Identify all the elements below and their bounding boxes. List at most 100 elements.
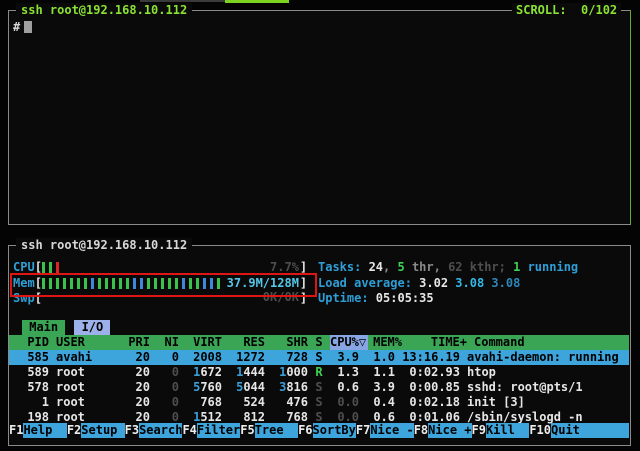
res-cell: 1272 — [229, 350, 265, 365]
meter-bar — [49, 262, 52, 273]
header-pri[interactable]: PRI — [128, 335, 150, 350]
prompt-symbol: # — [13, 20, 20, 34]
f8-key[interactable]: F8 — [414, 423, 428, 438]
f8-nice-plus-button[interactable]: Nice + — [428, 423, 471, 438]
pid-cell: 1 — [13, 395, 49, 410]
res-cell: 5044 — [229, 380, 265, 395]
uptime-label: Uptime: — [318, 291, 376, 305]
header-virt[interactable]: VIRT — [186, 335, 222, 350]
state-cell: R — [315, 365, 323, 380]
f3-key[interactable]: F3 — [125, 423, 139, 438]
process-row-selected[interactable]: 585 avahi 20 0 2008 1272 728 S 3.9 1.0 1… — [9, 350, 629, 365]
virt-cell: 5760 — [186, 380, 222, 395]
header-shr[interactable]: SHR — [272, 335, 308, 350]
thread-text: thr, — [405, 260, 448, 274]
terminal-cursor — [24, 21, 32, 33]
command-cell: sshd: root@pts/1 — [467, 380, 629, 395]
process-row[interactable]: 589 root 20 0 1672 1444 1000 R 1.3 1.1 0… — [9, 365, 629, 380]
res-cell: 1444 — [229, 365, 265, 380]
top-edge-green-artifact — [225, 0, 289, 3]
load-15min: 3.08 — [491, 276, 520, 290]
f1-key[interactable]: F1 — [9, 423, 23, 438]
shr-cell: 1000 — [272, 365, 308, 380]
pri-cell: 20 — [128, 380, 150, 395]
shr-lo: 000 — [286, 365, 308, 379]
user-cell: root — [56, 380, 121, 395]
res-cell: 524 — [229, 395, 265, 410]
user-cell: root — [56, 365, 121, 380]
header-state[interactable]: S — [315, 335, 323, 350]
header-cpu-sort-column[interactable]: CPU%▽ — [330, 335, 368, 350]
f5-key[interactable]: F5 — [240, 423, 254, 438]
shr-lo: 816 — [286, 380, 308, 394]
cpu-meter-label: CPU — [13, 260, 35, 274]
uptime-value: 05:05:35 — [376, 291, 434, 305]
state-cell: S — [315, 380, 323, 395]
shr-lo: 476 — [286, 395, 308, 409]
ni-cell: 0 — [157, 365, 179, 380]
f3-search-button[interactable]: Search — [139, 423, 182, 438]
header-time[interactable]: TIME+ — [409, 335, 467, 350]
ni-cell: 0 — [157, 350, 179, 365]
cpu-meter-open-bracket: [ — [35, 260, 42, 274]
htop-tabs: Main I/O — [22, 320, 110, 335]
f6-sortby-button[interactable]: SortBy — [313, 423, 356, 438]
scroll-mode-indicator: SCROLL: 0/102 — [512, 3, 621, 18]
shell-prompt-line[interactable]: # — [13, 20, 32, 35]
header-res[interactable]: RES — [229, 335, 265, 350]
f9-kill-button[interactable]: Kill — [486, 423, 529, 438]
load-5min: 3.08 — [455, 276, 491, 290]
res-lo: 044 — [243, 380, 265, 394]
shr-cell: 476 — [272, 395, 308, 410]
f2-key[interactable]: F2 — [67, 423, 81, 438]
bottom-pane-title: ssh root@192.168.10.112 — [16, 238, 192, 253]
header-user[interactable]: USER — [56, 335, 121, 350]
process-row[interactable]: 1 root 20 0 768 524 476 S 0.0 0.4 0:02.1… — [9, 395, 629, 410]
f10-quit-button[interactable]: Quit — [551, 423, 629, 438]
terminal-screen: ssh root@192.168.10.112 SCROLL: 0/102 # … — [0, 0, 640, 451]
pid-cell: 585 — [13, 350, 49, 365]
res-lo: 812 — [243, 410, 265, 424]
load-1min: 3.02 — [419, 276, 455, 290]
cpu-cell: 1.3 — [330, 365, 359, 380]
f10-key[interactable]: F10 — [529, 423, 551, 438]
time-cell: 0:02.18 — [402, 395, 460, 410]
f9-key[interactable]: F9 — [472, 423, 486, 438]
virt-lo: 760 — [200, 380, 222, 394]
process-row[interactable]: 578 root 20 0 5760 5044 3816 S 0.6 3.9 0… — [9, 380, 629, 395]
virt-cell: 2008 — [186, 350, 222, 365]
function-key-bar: F1Help F2Setup F3Search F4Filter F5Tree … — [9, 423, 629, 438]
state-cell: S — [315, 395, 323, 410]
pri-cell: 20 — [128, 365, 150, 380]
tab-io[interactable]: I/O — [74, 320, 110, 335]
virt-cell: 768 — [186, 395, 222, 410]
top-edge-grey-artifact — [140, 0, 225, 2]
f4-key[interactable]: F4 — [182, 423, 196, 438]
f7-key[interactable]: F7 — [356, 423, 370, 438]
header-command[interactable]: Command — [474, 335, 629, 350]
f1-help-button[interactable]: Help — [23, 423, 66, 438]
header-mem[interactable]: MEM% — [373, 335, 402, 350]
header-ni[interactable]: NI — [157, 335, 179, 350]
tab-main[interactable]: Main — [22, 320, 65, 335]
res-lo: 524 — [243, 395, 265, 409]
shr-cell: 728 — [272, 350, 308, 365]
f2-setup-button[interactable]: Setup — [81, 423, 124, 438]
pid-cell: 589 — [13, 365, 49, 380]
user-cell: root — [56, 395, 121, 410]
pri-cell: 20 — [128, 395, 150, 410]
f7-nice-minus-button[interactable]: Nice - — [370, 423, 413, 438]
state-cell: S — [315, 350, 323, 365]
mem-highlight-annotation-box — [10, 273, 317, 297]
f6-key[interactable]: F6 — [298, 423, 312, 438]
header-pid[interactable]: PID — [13, 335, 49, 350]
load-average-line: Load average: 3.02 3.08 3.08 — [318, 276, 520, 291]
command-cell: avahi-daemon: running — [467, 350, 629, 365]
tmux-pane-top[interactable] — [8, 10, 631, 225]
f4-filter-button[interactable]: Filter — [197, 423, 240, 438]
shr-lo: 768 — [286, 410, 308, 424]
cpu-meter-close-bracket: ] — [300, 260, 307, 274]
f5-tree-button[interactable]: Tree — [255, 423, 298, 438]
meter-bar — [42, 262, 45, 273]
virt-lo: 512 — [200, 410, 222, 424]
